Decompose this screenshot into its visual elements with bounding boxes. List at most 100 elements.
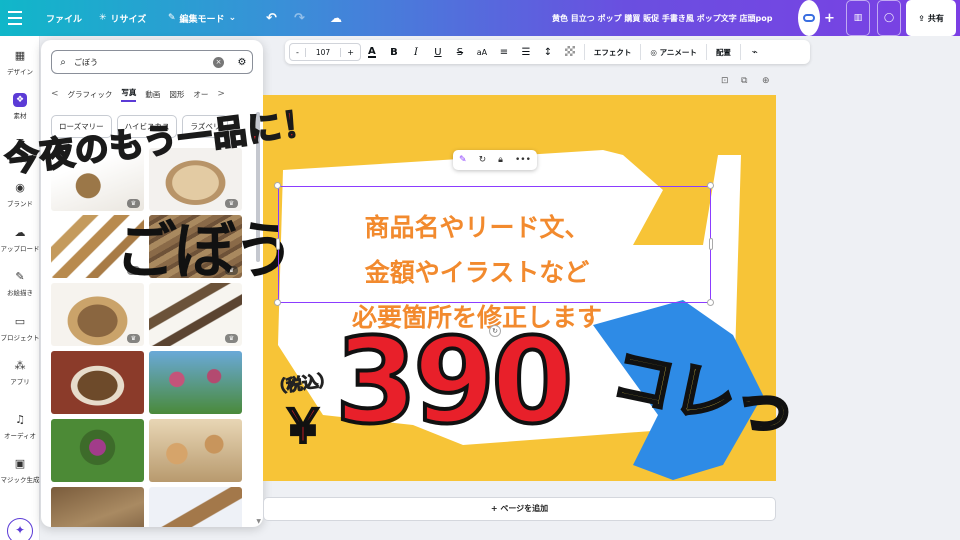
rail-item-apps[interactable]: ⁂ アプリ: [0, 359, 40, 386]
magic-edit-icon[interactable]: ✎: [459, 155, 467, 165]
search-box: ⌕ × ⚙: [51, 50, 253, 74]
rail-item-elements[interactable]: ❖ 素材: [0, 93, 40, 120]
chevron-down-icon: ⌄: [228, 13, 237, 23]
selection-box[interactable]: [278, 186, 711, 303]
list-icon[interactable]: ☰: [515, 47, 537, 58]
rail-label: マジック生成: [0, 476, 40, 484]
share-label: 共有: [927, 13, 944, 23]
edit-mode-button[interactable]: ✎ 編集モード ⌄: [168, 0, 236, 36]
duplicate-page-icon[interactable]: ⧉: [741, 76, 747, 86]
tab-photos[interactable]: 写真: [121, 87, 137, 102]
tab-videos[interactable]: 動画: [145, 89, 160, 100]
resize-handle[interactable]: [274, 182, 281, 189]
italic-icon[interactable]: I: [405, 47, 427, 58]
rail-item-draw[interactable]: ✎ お絵描き: [0, 270, 40, 297]
photo-item[interactable]: ♛: [51, 283, 144, 346]
rotate-icon[interactable]: ↻: [489, 325, 501, 337]
more-icon[interactable]: •••: [515, 155, 531, 165]
underline-icon[interactable]: U: [427, 47, 449, 58]
chevron-right-icon[interactable]: >: [217, 89, 225, 99]
effects-button[interactable]: エフェクト: [588, 47, 638, 58]
resize-button[interactable]: ✳ リサイズ: [99, 0, 146, 36]
divider: [583, 44, 585, 60]
search-icon: ⌕: [60, 56, 66, 68]
filter-icon[interactable]: ⚙: [232, 57, 252, 68]
rail-label: デザイン: [7, 68, 33, 76]
magic-assistant-icon[interactable]: ✦: [7, 518, 33, 540]
font-size-value[interactable]: 107: [304, 47, 342, 57]
copy-style-icon[interactable]: ⌁: [744, 47, 766, 58]
add-collaborator-icon[interactable]: +: [824, 0, 835, 36]
avatar[interactable]: [798, 0, 820, 36]
resize-handle[interactable]: [707, 299, 714, 306]
pencil-icon: ✎: [168, 13, 176, 23]
spacing-icon[interactable]: ↕: [537, 47, 559, 58]
photo-item[interactable]: [149, 487, 242, 527]
letter-case-icon[interactable]: aA: [471, 48, 493, 57]
photo-item[interactable]: [149, 351, 242, 414]
rail-label: お絵描き: [7, 289, 33, 297]
text-toolbar: - 107 + A B I U S aA ≡ ☰ ↕ エフェクト ◎ アニメート…: [285, 40, 810, 64]
add-page-icon[interactable]: ⊕: [762, 76, 770, 86]
menu-icon[interactable]: [8, 0, 30, 36]
rail-item-magic[interactable]: ▣ マジック生成: [0, 457, 40, 484]
photo-item[interactable]: [51, 351, 144, 414]
rail-label: 素材: [13, 112, 27, 120]
tab-audio[interactable]: オー: [193, 89, 208, 100]
undo-icon[interactable]: ↶: [266, 0, 277, 36]
photo-item[interactable]: [51, 419, 144, 482]
refresh-icon[interactable]: ↻: [479, 155, 487, 165]
category-tabs: < グラフィック 写真 動画 図形 オー >: [51, 84, 255, 104]
bold-icon[interactable]: B: [383, 47, 405, 58]
document-title[interactable]: 黄色 目立つ ポップ 購買 販促 手書き風 ポップ文字 店頭pop: [552, 0, 772, 36]
tab-graphics[interactable]: グラフィック: [68, 89, 113, 100]
insights-icon[interactable]: ▥: [846, 0, 870, 36]
comment-icon[interactable]: ◯: [877, 0, 901, 36]
product-name-text[interactable]: ごぼう: [115, 200, 295, 290]
arrange-button[interactable]: 配置: [710, 47, 737, 58]
rail-item-audio[interactable]: ♫ オーディオ: [0, 413, 40, 440]
resize-handle[interactable]: [274, 299, 281, 306]
resize-label: リサイズ: [110, 14, 147, 25]
side-handle[interactable]: [709, 238, 713, 250]
redo-icon[interactable]: ↷: [294, 0, 305, 36]
animate-label: アニメート: [659, 47, 697, 57]
rail-label: オーディオ: [3, 432, 37, 440]
side-handle[interactable]: [276, 238, 280, 250]
draw-icon: ✎: [15, 270, 25, 283]
cloud-sync-icon[interactable]: ☁: [330, 0, 342, 36]
chevron-left-icon[interactable]: <: [51, 89, 59, 99]
lock-icon[interactable]: 🔒︎: [498, 155, 503, 165]
share-button[interactable]: ⇪ 共有: [906, 0, 956, 36]
scroll-down-icon[interactable]: ▼: [256, 518, 261, 525]
layout-icon: ▦: [14, 49, 26, 62]
add-page-button[interactable]: + ページを追加: [263, 497, 776, 521]
animate-icon: ◎: [650, 47, 660, 57]
photo-item[interactable]: [51, 487, 144, 527]
text-color-icon[interactable]: A: [361, 46, 383, 58]
align-center-icon[interactable]: ≡: [493, 47, 515, 58]
photo-item[interactable]: [149, 419, 242, 482]
rail-item-projects[interactable]: ▭ プロジェクト: [0, 315, 40, 342]
lock-page-icon[interactable]: ⊡: [721, 76, 729, 86]
music-icon: ♫: [15, 413, 25, 426]
left-rail: ▦ デザイン ❖ 素材 T テキスト ◉ ブランド ☁ アップロード ✎ お絵描き ▭ プロジ…: [0, 36, 40, 540]
clear-icon[interactable]: ×: [213, 56, 224, 68]
resize-handle[interactable]: [707, 182, 714, 189]
search-input[interactable]: [74, 57, 213, 67]
decrease-size-button[interactable]: -: [290, 48, 305, 57]
animate-button[interactable]: ◎ アニメート: [644, 47, 703, 58]
increase-size-button[interactable]: +: [341, 48, 360, 57]
rail-item-uploads[interactable]: ☁ アップロード: [0, 226, 40, 253]
file-menu[interactable]: ファイル: [46, 0, 82, 36]
apps-icon: ⁂: [14, 359, 26, 372]
yen-symbol[interactable]: ￥: [279, 390, 327, 456]
rail-item-design[interactable]: ▦ デザイン: [0, 49, 40, 76]
transparency-icon[interactable]: [559, 45, 581, 59]
crown-icon: ♛: [225, 334, 238, 343]
rail-label: アップロード: [0, 245, 40, 253]
tab-shapes[interactable]: 図形: [169, 89, 184, 100]
strikethrough-icon[interactable]: S: [449, 47, 471, 58]
rail-item-brand[interactable]: ◉ ブランド: [0, 181, 40, 208]
photo-item[interactable]: ♛: [149, 283, 242, 346]
